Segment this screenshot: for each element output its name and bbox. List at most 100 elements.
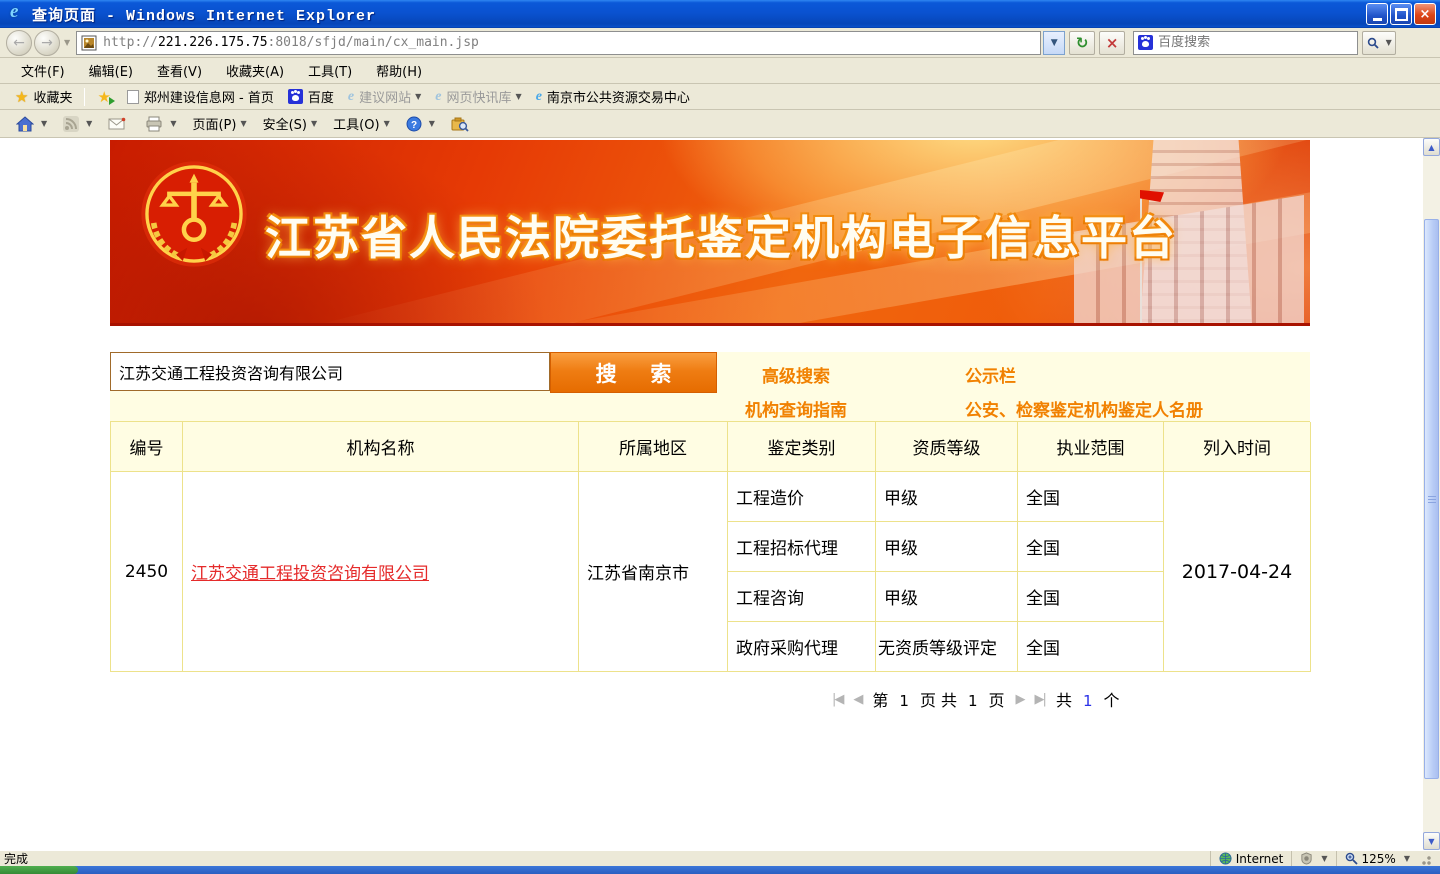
protected-mode-caret-icon[interactable]: ▼ [1321, 854, 1327, 863]
next-page-icon[interactable]: ▶ [1016, 692, 1024, 707]
help-caret-icon[interactable]: ▼ [429, 119, 435, 128]
tools-caret-icon: ▼ [384, 119, 390, 128]
menu-file[interactable]: 文件(F) [10, 58, 76, 83]
home-caret-icon[interactable]: ▼ [41, 119, 47, 128]
address-dropdown-button[interactable]: ▼ [1043, 31, 1065, 55]
column-header-scope: 执业范围 [1018, 422, 1164, 472]
current-page-number[interactable]: 1 [899, 692, 909, 710]
row-date: 2017-04-24 [1164, 472, 1311, 672]
ie-page-icon: e [348, 89, 354, 105]
site-favicon [81, 35, 97, 51]
status-bar: 完成 Internet ▼ 125% ▼ [0, 850, 1440, 866]
recent-pages-dropdown-icon[interactable]: ▼ [64, 38, 70, 47]
total-pages-number: 1 [968, 692, 978, 710]
link-query-guide[interactable]: 机构查询指南 [745, 396, 847, 421]
link-appraiser-roster[interactable]: 公安、检察鉴定机构鉴定人名册 [965, 396, 1203, 421]
pagination-label: 第 [872, 687, 888, 711]
link-public-board[interactable]: 公示栏 [965, 362, 1016, 387]
zoom-level-label: 125% [1362, 852, 1396, 866]
back-button[interactable]: ← [6, 30, 32, 56]
home-icon [16, 116, 34, 132]
minimize-button[interactable] [1366, 3, 1388, 25]
resize-grip[interactable] [1418, 852, 1432, 866]
page-menu-button[interactable]: 页面(P) ▼ [186, 111, 252, 136]
read-mail-button[interactable] [102, 114, 135, 134]
tools-menu-button[interactable]: 工具(O) ▼ [327, 111, 396, 136]
vertical-scrollbar[interactable]: ▲ ▼ [1423, 138, 1440, 850]
window-controls: × [1366, 3, 1436, 25]
rss-icon [63, 116, 79, 132]
protected-mode-pane[interactable]: ▼ [1291, 851, 1335, 866]
safety-caret-icon: ▼ [311, 119, 317, 128]
category-grade: 甲级 [876, 472, 1018, 522]
scroll-up-button[interactable]: ▲ [1423, 138, 1440, 156]
safety-menu-button[interactable]: 安全(S) ▼ [257, 111, 324, 136]
zoom-pane[interactable]: 125% ▼ [1336, 851, 1440, 866]
page-caret-icon: ▼ [240, 119, 246, 128]
close-button[interactable]: × [1414, 3, 1436, 25]
column-header-date: 列入时间 [1164, 422, 1311, 472]
favorite-item-web-slices[interactable]: e 网页快讯库 ▼ [428, 85, 528, 108]
column-header-grade: 资质等级 [876, 422, 1018, 472]
feeds-caret-icon[interactable]: ▼ [86, 119, 92, 128]
first-page-icon[interactable]: |◀ [832, 692, 842, 707]
favorite-item-baidu[interactable]: 百度 [281, 85, 341, 108]
page-viewport: 江苏省人民法院委托鉴定机构电子信息平台 搜 索 高级搜索 公示栏 机构查询指南 … [0, 138, 1440, 850]
chevron-down-icon: ▼ [1428, 837, 1434, 846]
favorites-star-icon: ★ [15, 88, 28, 106]
home-button[interactable]: ▼ [10, 113, 53, 135]
ie-logo-icon [8, 4, 28, 24]
banner-title: 江苏省人民法院委托鉴定机构电子信息平台 [265, 202, 1177, 268]
addon-search-icon [451, 116, 469, 132]
help-button[interactable]: ? ▼ [400, 113, 441, 135]
menu-edit[interactable]: 编辑(E) [78, 58, 144, 83]
chevron-down-icon: ▼ [415, 92, 421, 101]
forward-button[interactable]: → [34, 30, 60, 56]
search-go-button[interactable]: ▼ [1362, 31, 1396, 55]
menu-help[interactable]: 帮助(H) [365, 58, 433, 83]
org-detail-link[interactable]: 江苏交通工程投资咨询有限公司 [191, 559, 429, 584]
address-bar: ← → ▼ http://221.226.175.75:8018/sfjd/ma… [0, 28, 1440, 58]
favorites-center-button[interactable]: ★ 收藏夹 [8, 85, 79, 108]
scroll-down-button[interactable]: ▼ [1423, 832, 1440, 850]
favorite-item-zhengzhou[interactable]: 郑州建设信息网 - 首页 [120, 85, 281, 108]
baidu-paw-icon [1138, 35, 1153, 50]
category-type: 政府采购代理 [728, 622, 876, 672]
link-advanced-search[interactable]: 高级搜索 [762, 362, 830, 387]
stop-button[interactable]: × [1099, 31, 1125, 55]
category-scope: 全国 [1018, 522, 1164, 572]
add-favorite-icon: ★ [97, 88, 110, 106]
url-path: :8018/sfjd/main/cx_main.jsp [268, 35, 479, 50]
zoom-caret-icon[interactable]: ▼ [1404, 854, 1410, 863]
menu-tools[interactable]: 工具(T) [297, 58, 363, 83]
start-button[interactable] [0, 866, 78, 874]
url-field[interactable]: http://221.226.175.75:8018/sfjd/main/cx_… [76, 31, 1041, 55]
column-header-id: 编号 [111, 422, 183, 472]
last-page-icon[interactable]: ▶| [1035, 692, 1045, 707]
org-search-input[interactable] [110, 352, 550, 391]
windows-taskbar[interactable] [0, 866, 1440, 874]
baidu-search-input[interactable] [1158, 35, 1328, 50]
favorite-item-suggested-sites[interactable]: e 建议网站 ▼ [341, 85, 428, 108]
search-options-caret-icon[interactable]: ▼ [1386, 38, 1392, 47]
scrollbar-thumb[interactable] [1424, 219, 1439, 779]
search-button[interactable]: 搜 索 [550, 352, 717, 393]
addon-button[interactable] [445, 113, 478, 135]
svg-text:?: ? [411, 120, 417, 131]
category-scope: 全国 [1018, 472, 1164, 522]
mail-icon [108, 117, 126, 131]
restore-button[interactable] [1390, 3, 1412, 25]
add-favorite-button[interactable]: ★ [90, 86, 119, 108]
print-button[interactable]: ▼ [139, 113, 182, 135]
menu-view[interactable]: 查看(V) [146, 58, 213, 83]
menu-favorites[interactable]: 收藏夹(A) [215, 58, 295, 83]
category-type: 工程造价 [728, 472, 876, 522]
refresh-button[interactable]: ↻ [1069, 31, 1095, 55]
baidu-search-box[interactable] [1133, 31, 1358, 55]
favorite-item-nanjing[interactable]: e 南京市公共资源交易中心 [529, 85, 697, 108]
prev-page-icon[interactable]: ◀ [853, 692, 861, 707]
refresh-icon: ↻ [1076, 34, 1089, 52]
ie-page-icon: e [435, 89, 441, 105]
print-caret-icon[interactable]: ▼ [170, 119, 176, 128]
feeds-button[interactable]: ▼ [57, 113, 98, 135]
